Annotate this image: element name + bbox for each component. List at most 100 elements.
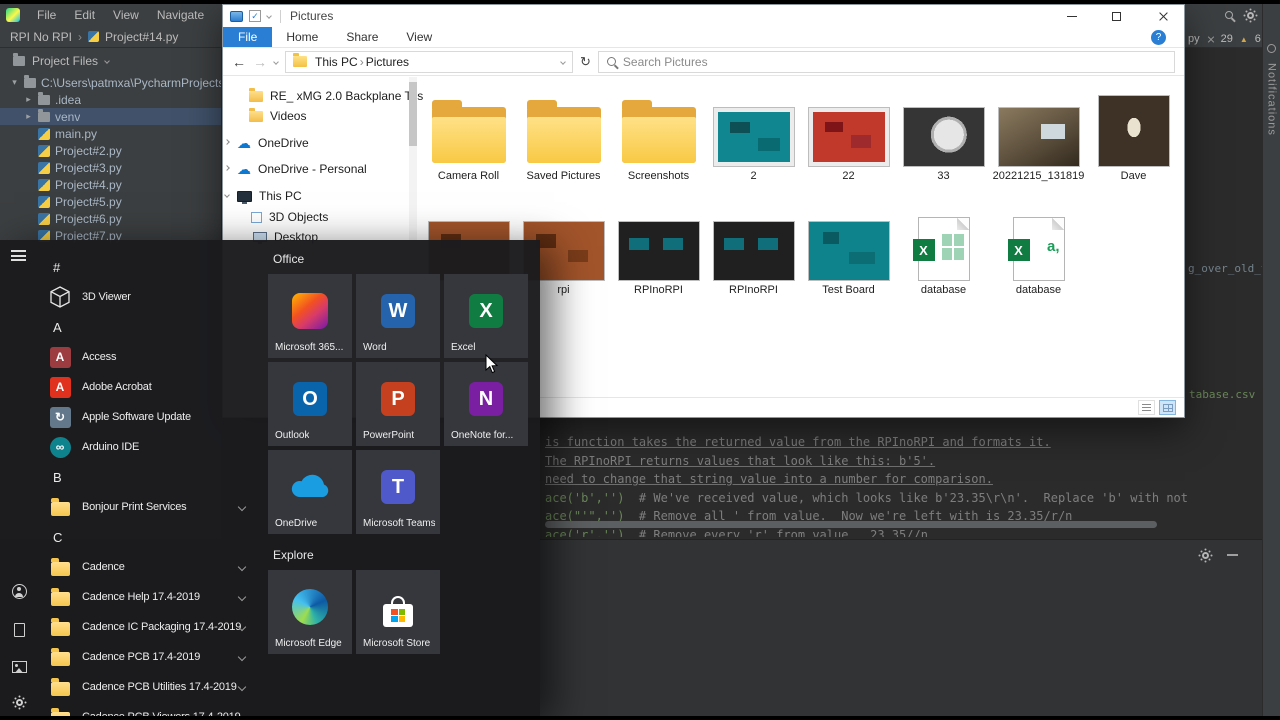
file-2[interactable]: 2 [706, 81, 801, 183]
tile-microsoft-365[interactable]: Microsoft 365... [268, 274, 352, 358]
search-input[interactable] [622, 54, 1166, 69]
app-cadence-ic-packaging-17-4-2019[interactable]: Cadence IC Packaging 17.4-2019 [38, 612, 260, 642]
file-test-board[interactable]: Test Board [801, 195, 896, 297]
inspection-count[interactable]: 29 [1221, 33, 1233, 45]
notifications-label[interactable]: Notifications [1266, 63, 1278, 136]
tree-item-idea[interactable]: ▸ .idea [0, 91, 221, 108]
app-apple-software-update[interactable]: ↻ Apple Software Update [38, 402, 260, 432]
app-3d-viewer[interactable]: 3D Viewer [38, 282, 260, 312]
file-33[interactable]: 33 [896, 81, 991, 183]
warning-count[interactable]: 6 [1255, 33, 1261, 45]
file-22[interactable]: 22 [801, 81, 896, 183]
tree-item-project-4-py[interactable]: Project#4.py [0, 176, 221, 193]
app-group-header-hash[interactable]: # [38, 252, 260, 282]
tree-item-project-6-py[interactable]: Project#6.py [0, 210, 221, 227]
file-database[interactable]: Xa, database [991, 195, 1086, 297]
recent-locations-chevron-icon[interactable] [273, 58, 279, 65]
tile-excel[interactable]: X Excel [444, 274, 528, 358]
refresh-button[interactable]: ↻ [580, 54, 591, 70]
minimize-button[interactable] [1049, 5, 1094, 27]
file-rpinorpi[interactable]: RPInoRPI [706, 195, 801, 297]
help-button[interactable]: ? [1151, 30, 1175, 45]
menu-edit[interactable]: Edit [65, 8, 104, 22]
documents-icon[interactable] [13, 623, 25, 637]
sidebar-item-this-pc[interactable]: This PC [224, 187, 302, 205]
sidebar-item-re-xmg-2-0-backplane-tes[interactable]: RE_ xMG 2.0 Backplane Tes [249, 87, 423, 105]
gear-icon[interactable] [1202, 551, 1209, 559]
pictures-icon[interactable] [11, 661, 27, 673]
file-dave[interactable]: Dave [1086, 81, 1181, 183]
tree-item-main-py[interactable]: main.py [0, 125, 221, 142]
tile-microsoft-edge[interactable]: Microsoft Edge [268, 570, 352, 654]
tree-item-c-users-patmxa-pycharmprojects[interactable]: ▾ C:\Users\patmxa\PycharmProjects\ [0, 74, 221, 91]
app-bonjour-print-services[interactable]: Bonjour Print Services [38, 492, 260, 522]
chevron-right-icon[interactable] [224, 165, 230, 171]
tile-onenote-for[interactable]: N OneNote for... [444, 362, 528, 446]
address-path-box[interactable]: This PC › Pictures [285, 50, 573, 73]
sidebar-item-videos[interactable]: Videos [249, 107, 306, 125]
menu-navigate[interactable]: Navigate [148, 8, 213, 22]
search-icon[interactable] [1225, 11, 1233, 19]
tile-outlook[interactable]: O Outlook [268, 362, 352, 446]
app-cadence-pcb-utilities-17-4-2019[interactable]: Cadence PCB Utilities 17.4-2019 [38, 672, 260, 702]
tile-group-title[interactable]: Office [273, 252, 537, 266]
app-group-header-a[interactable]: A [38, 312, 260, 342]
breadcrumb-file[interactable]: Project#14.py [105, 30, 178, 44]
sidebar-item-3d-objects[interactable]: 3D Objects [251, 208, 328, 226]
ribbon-tab-share[interactable]: Share [332, 27, 392, 47]
app-cadence[interactable]: Cadence [38, 552, 260, 582]
chevron-down-icon[interactable] [224, 192, 230, 198]
close-button[interactable] [1139, 5, 1184, 27]
scrollbar-thumb[interactable] [409, 82, 417, 146]
app-adobe-acrobat[interactable]: A Adobe Acrobat [38, 372, 260, 402]
tree-item-project-3-py[interactable]: Project#3.py [0, 159, 221, 176]
thumbnails-view-button[interactable] [1159, 400, 1176, 415]
tile-microsoft-store[interactable]: Microsoft Store [356, 570, 440, 654]
maximize-button[interactable] [1094, 5, 1139, 27]
ribbon-tab-view[interactable]: View [392, 27, 446, 47]
app-cadence-help-17-4-2019[interactable]: Cadence Help 17.4-2019 [38, 582, 260, 612]
app-group-header-b[interactable]: B [38, 462, 260, 492]
path-crumb-this-pc[interactable]: This PC [313, 55, 360, 69]
breadcrumb-project[interactable]: RPI No RPI [10, 30, 72, 44]
file-screenshots[interactable]: Screenshots [611, 81, 706, 183]
hamburger-menu-icon[interactable] [11, 250, 26, 261]
project-panel-header[interactable]: Project Files [0, 48, 221, 74]
sidebar-item-onedrive-personal[interactable]: ☁ OneDrive - Personal [224, 160, 367, 178]
search-box[interactable] [597, 50, 1175, 73]
settings-gear-icon[interactable] [15, 699, 23, 706]
details-view-button[interactable] [1138, 400, 1155, 415]
forward-button[interactable]: → [253, 54, 267, 70]
address-dropdown-chevron-icon[interactable] [560, 58, 566, 65]
file-saved-pictures[interactable]: Saved Pictures [516, 81, 611, 183]
ribbon-tab-home[interactable]: Home [272, 27, 332, 47]
editor-horizontal-scrollbar[interactable] [545, 521, 1157, 528]
app-arduino-ide[interactable]: ∞ Arduino IDE [38, 432, 260, 462]
menu-view[interactable]: View [104, 8, 148, 22]
file-database[interactable]: Xdatabase [896, 195, 991, 297]
menu-file[interactable]: File [28, 8, 65, 22]
notifications-icon[interactable] [1267, 44, 1276, 53]
path-crumb-pictures[interactable]: Pictures [364, 55, 411, 69]
quick-access-check-icon[interactable]: ✓ [249, 10, 261, 22]
file-rpinorpi[interactable]: RPInoRPI [611, 195, 706, 297]
file-camera-roll[interactable]: Camera Roll [421, 81, 516, 183]
app-cadence-pcb-viewers-17-4-2019[interactable]: Cadence PCB Viewers 17.4-2019 [38, 702, 260, 716]
tile-onedrive[interactable]: OneDrive [268, 450, 352, 534]
app-group-header-c[interactable]: C [38, 522, 260, 552]
file-20221215-131819[interactable]: 20221215_131819 [991, 81, 1086, 183]
close-icon[interactable] [1207, 36, 1214, 43]
tile-microsoft-teams[interactable]: T Microsoft Teams [356, 450, 440, 534]
tile-group-title[interactable]: Explore [273, 548, 537, 562]
gear-icon[interactable] [1247, 11, 1254, 19]
chevron-right-icon[interactable] [224, 139, 230, 145]
tree-item-project-5-py[interactable]: Project#5.py [0, 193, 221, 210]
app-access[interactable]: A Access [38, 342, 260, 372]
minimize-icon[interactable] [1227, 554, 1238, 556]
tile-powerpoint[interactable]: P PowerPoint [356, 362, 440, 446]
tree-item-project-2-py[interactable]: Project#2.py [0, 142, 221, 159]
quick-access-chevron-icon[interactable] [266, 13, 272, 19]
sidebar-item-onedrive[interactable]: ☁ OneDrive [224, 134, 309, 152]
back-button[interactable]: ← [232, 54, 246, 70]
tree-item-venv[interactable]: ▸ venv [0, 108, 221, 125]
